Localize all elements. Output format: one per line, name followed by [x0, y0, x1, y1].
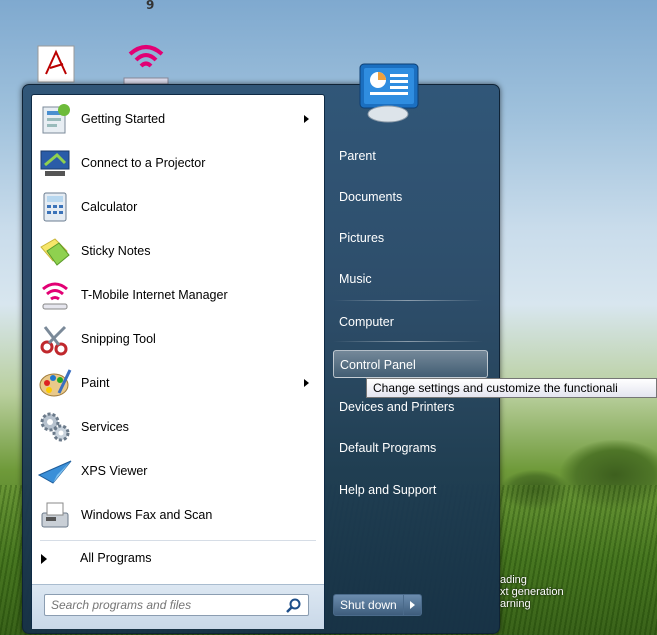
menu-item-parent[interactable]: Parent [333, 142, 488, 170]
acrobat-desktop-icon[interactable] [36, 44, 76, 84]
program-label: Sticky Notes [81, 244, 151, 258]
all-programs-button[interactable]: All Programs [32, 544, 324, 574]
desktop-label-fragment: 9 [146, 0, 155, 12]
program-label: Services [81, 420, 129, 434]
program-snipping-tool[interactable]: Snipping Tool [32, 317, 324, 361]
separator [333, 341, 483, 342]
search-icon[interactable] [285, 597, 303, 615]
menu-item-help-support[interactable]: Help and Support [333, 476, 488, 504]
overlay-line: arning [500, 598, 531, 610]
tooltip: Change settings and customize the functi… [366, 378, 657, 398]
search-input[interactable] [44, 594, 309, 616]
menu-item-control-panel[interactable]: Control Panel [333, 350, 488, 378]
program-label: T-Mobile Internet Manager [81, 288, 228, 302]
desktop-overlay-text: ading xt generation arning [500, 574, 564, 610]
program-sticky-notes[interactable]: Sticky Notes [32, 229, 324, 273]
wifi-icon [37, 277, 73, 313]
shutdown-group: Shut down [333, 594, 422, 616]
program-label: Calculator [81, 200, 138, 214]
projector-icon [37, 145, 73, 181]
program-label: Snipping Tool [81, 332, 156, 346]
gears-icon [37, 409, 73, 445]
sticky-notes-icon [37, 233, 73, 269]
submenu-arrow-icon[interactable] [304, 115, 309, 123]
getting-started-icon [37, 101, 73, 137]
overlay-line: ading [500, 574, 527, 586]
program-paint[interactable]: Paint [32, 361, 324, 405]
separator [333, 300, 483, 301]
paint-palette-icon [37, 365, 73, 401]
fax-icon [37, 497, 73, 533]
expand-arrow-icon [41, 554, 47, 564]
shutdown-options-arrow-icon[interactable] [403, 594, 422, 616]
program-getting-started[interactable]: Getting Started [32, 97, 324, 141]
menu-item-music[interactable]: Music [333, 265, 488, 293]
program-label: Connect to a Projector [81, 156, 206, 170]
program-xps-viewer[interactable]: XPS Viewer [32, 449, 324, 493]
menu-item-default-programs[interactable]: Default Programs [333, 434, 488, 462]
search-bar [32, 584, 324, 629]
program-label: Windows Fax and Scan [81, 508, 213, 522]
program-label: XPS Viewer [81, 464, 148, 478]
menu-item-pictures[interactable]: Pictures [333, 224, 488, 252]
program-tmobile-internet-manager[interactable]: T-Mobile Internet Manager [32, 273, 324, 317]
program-calculator[interactable]: Calculator [32, 185, 324, 229]
program-label: Getting Started [81, 112, 166, 126]
tmobile-desktop-icon[interactable] [122, 40, 169, 85]
all-programs-label: All Programs [80, 551, 152, 565]
paper-plane-icon [37, 453, 73, 489]
program-label: Paint [81, 376, 110, 390]
separator [40, 540, 316, 541]
shutdown-button[interactable]: Shut down [333, 594, 404, 616]
menu-item-computer[interactable]: Computer [333, 308, 488, 336]
submenu-arrow-icon[interactable] [304, 379, 309, 387]
scissors-icon [37, 321, 73, 357]
programs-pane: Getting Started Connect to a Projector C… [31, 94, 325, 629]
overlay-line: xt generation [500, 586, 564, 598]
program-services[interactable]: Services [32, 405, 324, 449]
user-picture[interactable] [354, 62, 422, 124]
menu-item-documents[interactable]: Documents [333, 183, 488, 211]
calculator-icon [37, 189, 73, 225]
program-windows-fax-scan[interactable]: Windows Fax and Scan [32, 493, 324, 537]
program-connect-projector[interactable]: Connect to a Projector [32, 141, 324, 185]
